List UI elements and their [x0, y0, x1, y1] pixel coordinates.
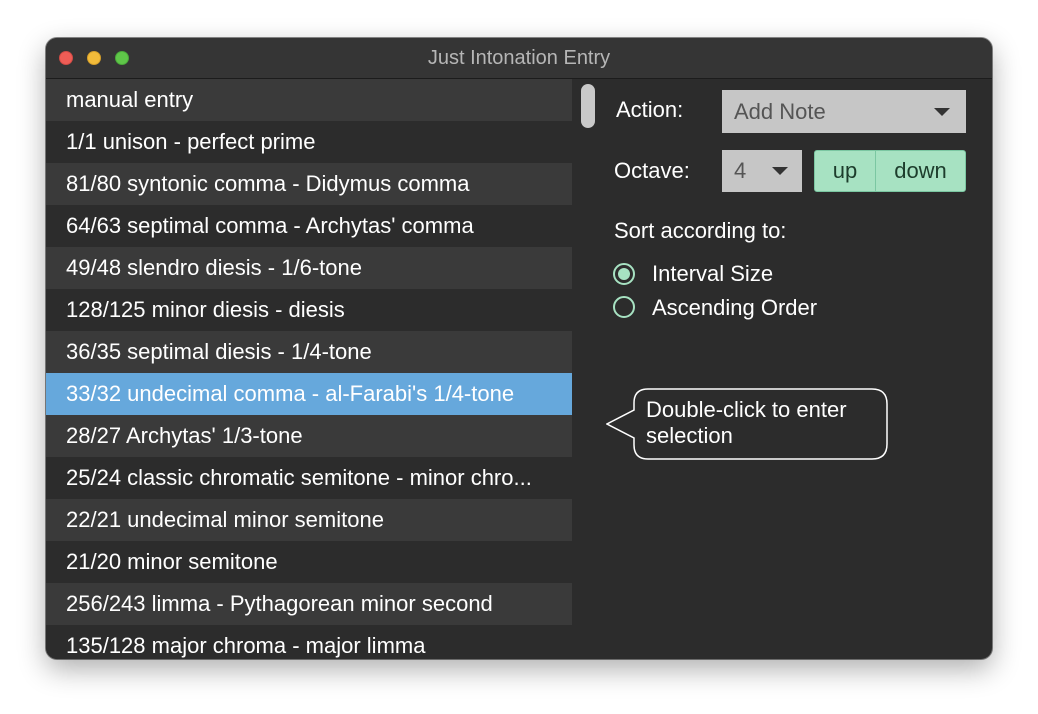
- list-item[interactable]: 36/35 septimal diesis - 1/4-tone: [46, 331, 572, 373]
- radio-interval-size[interactable]: [613, 263, 635, 285]
- list-item[interactable]: 25/24 classic chromatic semitone - minor…: [46, 457, 572, 499]
- octave-dropdown-value: 4: [734, 158, 747, 183]
- radio-checked-icon: [618, 268, 630, 280]
- octave-step-buttons: up down: [814, 150, 966, 192]
- radio-ascending-order[interactable]: [613, 296, 635, 318]
- list-item[interactable]: 28/27 Archytas' 1/3-tone: [46, 415, 572, 457]
- action-dropdown[interactable]: Add Note: [722, 90, 966, 133]
- list-item[interactable]: 128/125 minor diesis - diesis: [46, 289, 572, 331]
- chevron-down-icon: [772, 167, 788, 175]
- interval-list[interactable]: manual entry 1/1 unison - perfect prime 81…: [46, 79, 572, 659]
- sort-label: Sort according to:: [614, 218, 787, 243]
- octave-dropdown[interactable]: 4: [722, 150, 802, 192]
- chevron-down-icon: [934, 108, 950, 116]
- octave-label: Octave:: [614, 158, 690, 183]
- list-item[interactable]: 64/63 septimal comma - Archytas' comma: [46, 205, 572, 247]
- scrollbar-thumb[interactable]: [581, 84, 595, 128]
- radio-interval-size-label[interactable]: Interval Size: [652, 261, 773, 287]
- list-item-selected[interactable]: 33/32 undecimal comma - al-Farabi's 1/4-…: [46, 373, 572, 415]
- tooltip-text: Double-click to enter selection: [646, 397, 847, 448]
- list-item[interactable]: manual entry: [46, 79, 572, 121]
- title-bar[interactable]: Just Intonation Entry: [46, 38, 992, 79]
- list-item[interactable]: 81/80 syntonic comma - Didymus comma: [46, 163, 572, 205]
- list-item[interactable]: 49/48 slendro diesis - 1/6-tone: [46, 247, 572, 289]
- octave-up-button[interactable]: up: [815, 151, 876, 191]
- just-intonation-window: Just Intonation Entry manual entry 1/1 un…: [46, 38, 992, 659]
- window-title: Just Intonation Entry: [427, 47, 611, 69]
- action-dropdown-value: Add Note: [734, 99, 826, 124]
- list-item[interactable]: 135/128 major chroma - major limma: [46, 625, 572, 659]
- list-item[interactable]: 1/1 unison - perfect prime: [46, 121, 572, 163]
- list-item[interactable]: 22/21 undecimal minor semitone: [46, 499, 572, 541]
- tooltip-callout: Double-click to enter selection: [606, 388, 888, 460]
- radio-ascending-order-label[interactable]: Ascending Order: [652, 295, 817, 321]
- action-label: Action:: [616, 97, 684, 122]
- list-item[interactable]: 256/243 limma - Pythagorean minor second: [46, 583, 572, 625]
- list-item[interactable]: 21/20 minor semitone: [46, 541, 572, 583]
- octave-down-button[interactable]: down: [876, 151, 965, 191]
